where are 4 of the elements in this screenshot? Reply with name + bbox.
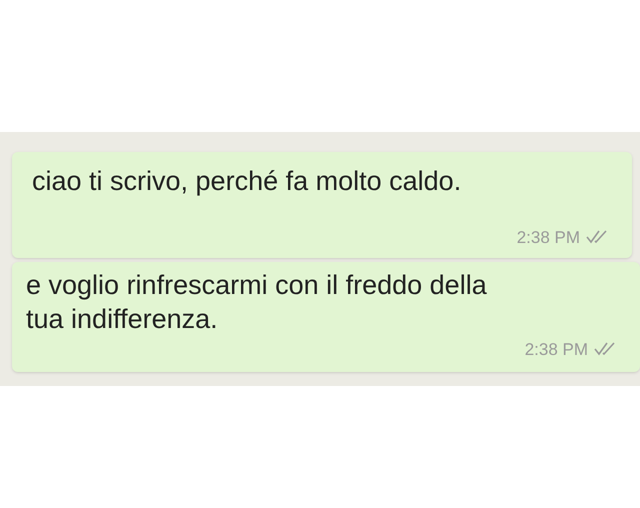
message-time: 2:38 PM [524,338,588,360]
message-text: e voglio rinfrescarmi con il freddo della tua indifferenza. [26,269,488,336]
message-text: ciao ti scrivo, perché fa molto caldo. [32,165,462,198]
message-time: 2:38 PM [516,226,580,248]
